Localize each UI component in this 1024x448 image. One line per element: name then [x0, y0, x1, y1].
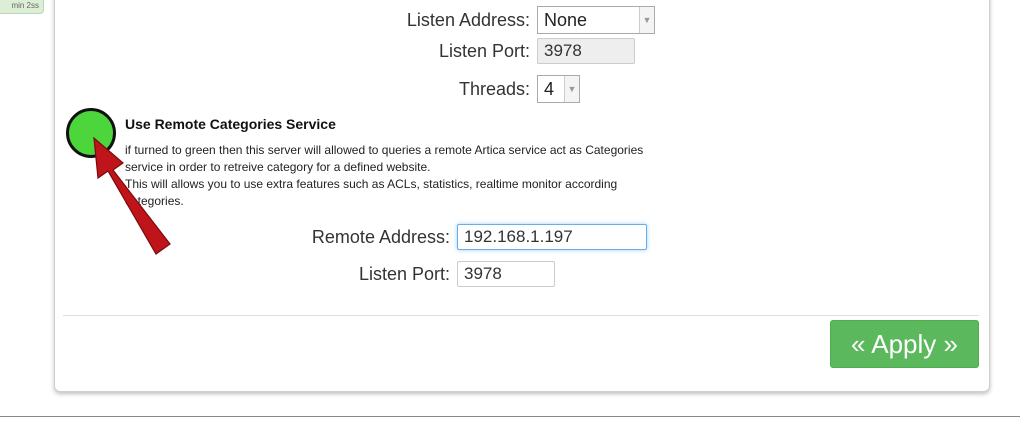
- description-line: if turned to green then this server will…: [125, 143, 644, 157]
- listen-port-bottom-label: Listen Port:: [358, 263, 450, 284]
- listen-address-value: None: [544, 9, 588, 30]
- remote-categories-description: if turned to green then this server will…: [125, 142, 705, 210]
- remote-address-label: Remote Address:: [311, 226, 450, 247]
- description-line: service in order to retreive category fo…: [125, 160, 431, 174]
- bottom-divider: [0, 416, 1020, 417]
- listen-port-bottom-input[interactable]: 3978: [457, 261, 555, 287]
- apply-button[interactable]: « Apply »: [830, 320, 979, 368]
- corner-badge: min 2ss: [0, 0, 44, 14]
- description-line: This will allows you to use extra featur…: [125, 177, 618, 191]
- description-line: categories.: [125, 194, 184, 208]
- threads-row: Threads: 4 ▼: [380, 75, 580, 103]
- chevron-down-icon: ▼: [564, 76, 579, 102]
- remote-categories-toggle[interactable]: [66, 108, 116, 158]
- listen-port-bottom-row: Listen Port: 3978: [280, 261, 555, 287]
- remote-categories-title: Use Remote Categories Service: [125, 116, 336, 132]
- listen-port-top-input[interactable]: 3978: [537, 38, 635, 64]
- chevron-down-icon: ▼: [639, 7, 654, 33]
- remote-address-row: Remote Address: 192.168.1.197: [280, 224, 647, 250]
- threads-select[interactable]: 4 ▼: [537, 75, 580, 103]
- divider: [63, 315, 979, 316]
- listen-port-top-label: Listen Port:: [438, 40, 530, 61]
- listen-address-label: Listen Address:: [406, 9, 530, 30]
- listen-port-top-row: Listen Port: 3978: [380, 38, 635, 64]
- threads-value: 4: [544, 78, 555, 99]
- listen-address-row: Listen Address: None ▼: [380, 6, 655, 34]
- listen-address-select[interactable]: None ▼: [537, 6, 655, 34]
- threads-label: Threads:: [458, 78, 530, 99]
- remote-address-input[interactable]: 192.168.1.197: [457, 224, 647, 250]
